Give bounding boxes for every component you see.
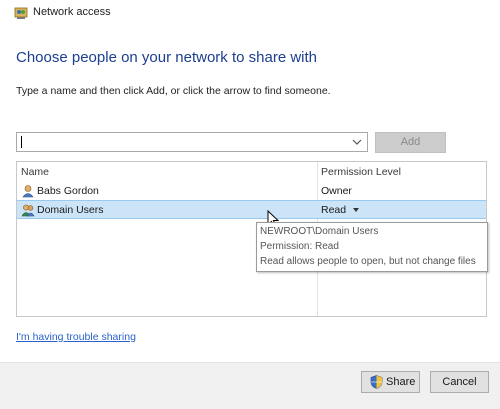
user-icon (22, 185, 34, 198)
share-button-label: Share (386, 376, 416, 388)
column-header-permission[interactable]: Permission Level (321, 166, 401, 178)
permission-tooltip: NEWROOT\Domain Users Permission: Read Re… (256, 222, 488, 272)
window-title: Network access (33, 6, 111, 18)
text-caret (21, 136, 22, 148)
trouble-sharing-link[interactable]: I'm having trouble sharing (16, 331, 136, 343)
row-permission: Owner (321, 185, 352, 197)
share-button[interactable]: Share (361, 371, 420, 393)
tooltip-account: NEWROOT\Domain Users (260, 226, 379, 237)
column-header-name[interactable]: Name (21, 166, 49, 178)
list-row-babs-gordon[interactable]: Babs Gordon Owner (17, 182, 486, 200)
add-button[interactable]: Add (375, 132, 446, 153)
name-combobox[interactable] (16, 132, 368, 152)
tooltip-permission: Permission: Read (260, 241, 339, 252)
list-row-domain-users[interactable]: Domain Users Read (17, 200, 486, 219)
row-name: Babs Gordon (37, 185, 99, 197)
tooltip-description: Read allows people to open, but not chan… (260, 256, 476, 267)
uac-shield-icon (370, 375, 383, 389)
instructions-text: Type a name and then click Add, or click… (16, 85, 331, 97)
network-share-icon (14, 7, 28, 19)
permission-dropdown-icon[interactable] (353, 208, 359, 212)
chevron-down-icon[interactable] (350, 135, 364, 149)
row-permission[interactable]: Read (321, 204, 346, 216)
row-name: Domain Users (37, 204, 104, 216)
cancel-button[interactable]: Cancel (430, 371, 489, 393)
page-heading: Choose people on your network to share w… (16, 49, 318, 66)
title-bar: Network access (0, 0, 500, 26)
dialog-footer (0, 362, 500, 409)
user-group-icon (21, 204, 35, 217)
